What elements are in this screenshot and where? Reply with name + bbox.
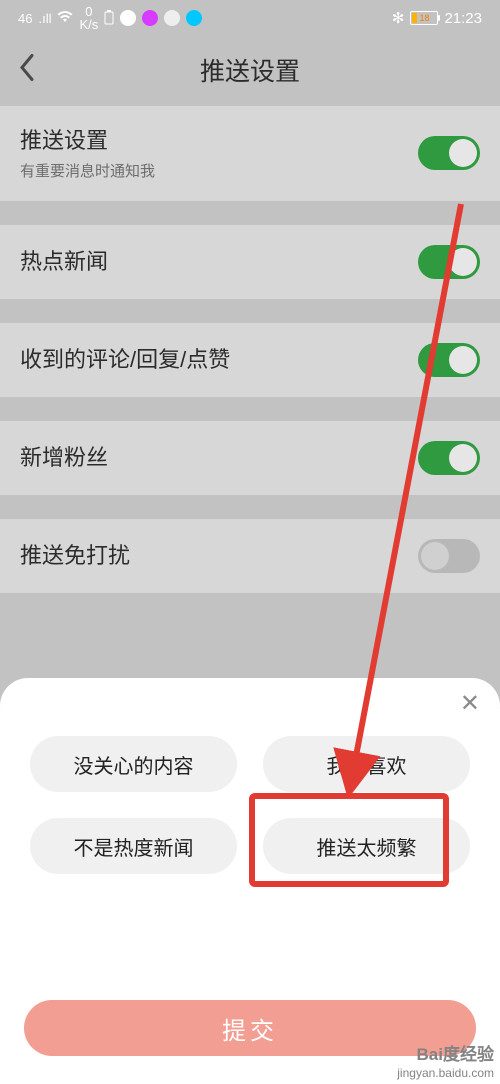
option-not-interested[interactable]: 没关心的内容 xyxy=(30,736,237,792)
option-dislike[interactable]: 我不喜欢 xyxy=(263,736,470,792)
option-too-frequent[interactable]: 推送太频繁 xyxy=(263,818,470,874)
watermark: Bai度经验 jingyan.baidu.com xyxy=(397,1045,494,1080)
close-icon[interactable]: ✕ xyxy=(460,692,480,716)
option-not-hot[interactable]: 不是热度新闻 xyxy=(30,818,237,874)
feedback-modal: ✕ 没关心的内容 我不喜欢 不是热度新闻 推送太频繁 提交 xyxy=(0,678,500,1084)
